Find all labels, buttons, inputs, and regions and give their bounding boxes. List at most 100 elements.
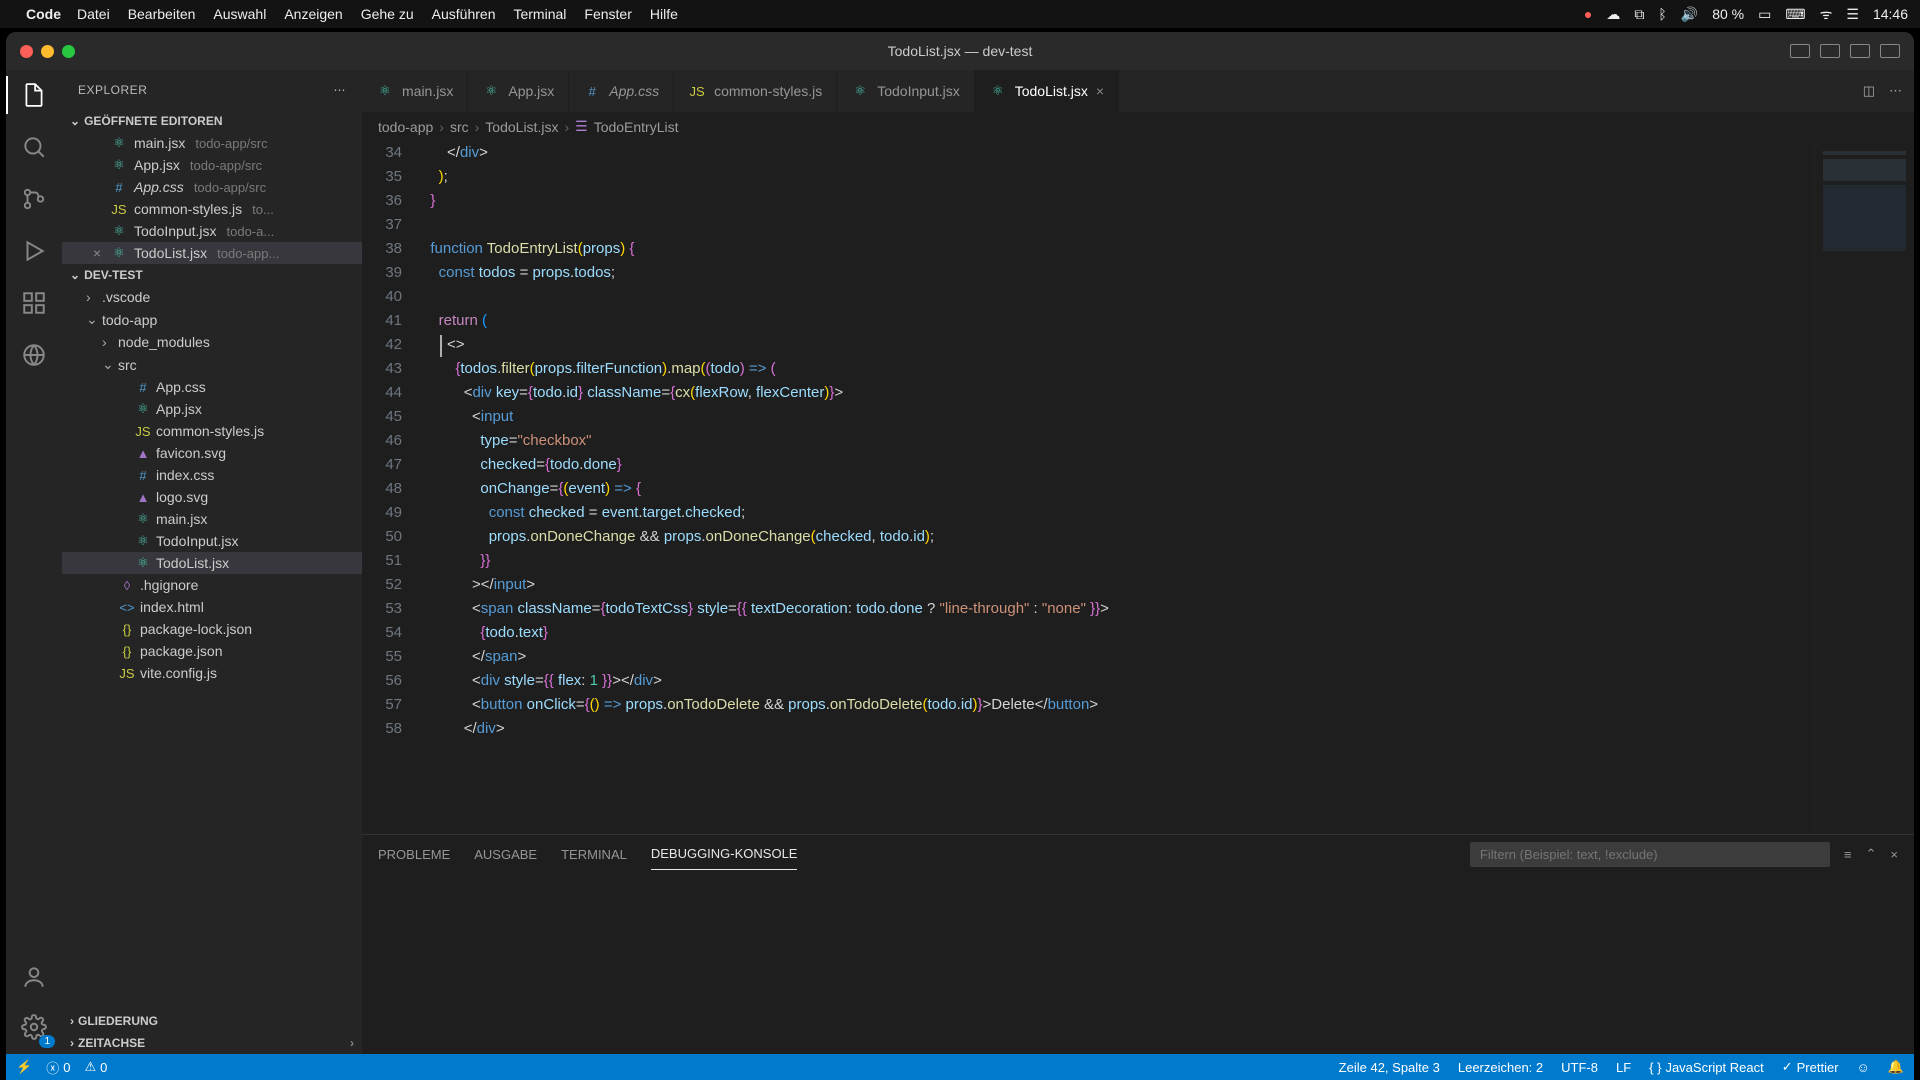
errors-indicator[interactable]: ⓧ 0 (46, 1058, 70, 1077)
wifi-icon[interactable]: ᯤ (1820, 5, 1833, 24)
macos-menuitem[interactable]: Ausführen (432, 6, 496, 22)
indentation[interactable]: Leerzeichen: 2 (1458, 1060, 1543, 1075)
tree-item[interactable]: ›node_modules (62, 331, 362, 353)
toggle-panel-icon[interactable] (1820, 44, 1840, 58)
tree-item[interactable]: ▲logo.svg (62, 486, 362, 508)
chevron-up-icon[interactable]: ⌃ (1866, 846, 1877, 862)
macos-menuitem[interactable]: Datei (77, 6, 110, 22)
open-editor-item[interactable]: ×JScommon-styles.jsto... (62, 198, 362, 220)
source-control-icon[interactable] (19, 184, 49, 214)
bluetooth-icon[interactable]: ᛒ (1658, 6, 1666, 22)
control-center-icon[interactable]: ☰ (1846, 6, 1859, 23)
split-editor-icon[interactable]: ◫ (1863, 83, 1875, 99)
tree-item[interactable]: ⚛App.jsx (62, 398, 362, 420)
tree-item[interactable]: JScommon-styles.js (62, 420, 362, 442)
macos-appname[interactable]: Code (26, 6, 61, 22)
tree-item[interactable]: ⚛TodoInput.jsx (62, 530, 362, 552)
editor-tab[interactable]: ⚛TodoList.jsx× (975, 70, 1119, 112)
outline-header[interactable]: › GLIEDERUNG (62, 1010, 362, 1032)
volume-icon[interactable]: 🔊 (1681, 6, 1698, 23)
warnings-indicator[interactable]: ⚠ 0 (84, 1059, 107, 1075)
macos-menuitem[interactable]: Bearbeiten (128, 6, 196, 22)
editor-tab[interactable]: #App.css (569, 70, 674, 112)
close-icon[interactable]: × (90, 245, 104, 261)
filter-input[interactable] (1470, 842, 1830, 867)
timeline-header[interactable]: › ZEITACHSE › (62, 1032, 362, 1054)
tree-item[interactable]: JSvite.config.js (62, 662, 362, 684)
macos-menuitem[interactable]: Fenster (584, 6, 631, 22)
macos-menuitem[interactable]: Terminal (513, 6, 566, 22)
encoding[interactable]: UTF-8 (1561, 1060, 1598, 1075)
code-content[interactable]: </div> ); } function TodoEntryList(props… (422, 141, 1814, 834)
close-panel-icon[interactable]: × (1890, 847, 1898, 862)
prettier-status[interactable]: ✓ Prettier (1782, 1059, 1839, 1075)
debug-console-content[interactable] (362, 873, 1914, 1054)
language-mode[interactable]: { } JavaScript React (1649, 1060, 1764, 1075)
extensions-icon[interactable] (19, 288, 49, 318)
settings-gear-icon[interactable]: 1 (19, 1012, 49, 1042)
minimap[interactable] (1814, 141, 1914, 834)
feedback-icon[interactable]: ☺ (1857, 1060, 1870, 1075)
panel-tab[interactable]: AUSGABE (474, 839, 537, 870)
tree-item[interactable]: ⌄todo-app (62, 308, 362, 331)
code-editor[interactable]: 3435363738394041424344454647484950515253… (362, 141, 1914, 834)
tree-item[interactable]: ◊.hgignore (62, 574, 362, 596)
close-icon[interactable]: × (1096, 83, 1104, 99)
tree-item[interactable]: ▲favicon.svg (62, 442, 362, 464)
open-editor-item[interactable]: ×⚛main.jsxtodo-app/src (62, 132, 362, 154)
keyboard-icon[interactable]: ⌨ (1785, 6, 1805, 23)
panel-tab[interactable]: TERMINAL (561, 839, 627, 870)
minimize-window-button[interactable] (41, 45, 54, 58)
macos-menuitem[interactable]: Anzeigen (284, 6, 342, 22)
tree-item[interactable]: #index.css (62, 464, 362, 486)
breadcrumb-segment[interactable]: src (450, 119, 469, 135)
macos-menuitem[interactable]: Auswahl (213, 6, 266, 22)
search-icon[interactable] (19, 132, 49, 162)
toggle-secondary-icon[interactable] (1850, 44, 1870, 58)
more-icon[interactable]: ⋯ (334, 83, 347, 97)
open-editor-item[interactable]: ×⚛App.jsxtodo-app/src (62, 154, 362, 176)
tree-item[interactable]: ›.vscode (62, 286, 362, 308)
tree-item[interactable]: ⚛TodoList.jsx (62, 552, 362, 574)
breadcrumb[interactable]: todo-app›src›TodoList.jsx›☰TodoEntryList (362, 112, 1914, 141)
more-icon[interactable]: ⋯ (1889, 83, 1902, 99)
cursor-position[interactable]: Zeile 42, Spalte 3 (1339, 1060, 1440, 1075)
tree-item[interactable]: <>index.html (62, 596, 362, 618)
project-header[interactable]: ⌄ DEV-TEST (62, 264, 362, 286)
toggle-sidebar-icon[interactable] (1790, 44, 1810, 58)
editor-tab[interactable]: ⚛App.jsx (468, 70, 569, 112)
open-editor-item[interactable]: ×⚛TodoInput.jsxtodo-a... (62, 220, 362, 242)
editor-tab[interactable]: JScommon-styles.js (674, 70, 837, 112)
tree-item[interactable]: {}package-lock.json (62, 618, 362, 640)
remote-indicator[interactable]: ⚡ (16, 1059, 32, 1075)
explorer-icon[interactable] (19, 80, 49, 110)
macos-menuitem[interactable]: Hilfe (650, 6, 678, 22)
battery-icon[interactable]: ▭ (1758, 6, 1771, 23)
open-editor-item[interactable]: ×⚛TodoList.jsxtodo-app... (62, 242, 362, 264)
macos-menuitem[interactable]: Gehe zu (361, 6, 414, 22)
panel-tab[interactable]: PROBLEME (378, 839, 450, 870)
breadcrumb-segment[interactable]: TodoList.jsx (485, 119, 558, 135)
tree-item[interactable]: ⚛main.jsx (62, 508, 362, 530)
editor-tab[interactable]: ⚛TodoInput.jsx (837, 70, 975, 112)
remote-icon[interactable] (19, 340, 49, 370)
display-icon[interactable]: ⧉ (1634, 6, 1644, 23)
filter-settings-icon[interactable]: ≡ (1844, 847, 1852, 862)
panel-tab[interactable]: DEBUGGING-KONSOLE (651, 838, 798, 870)
eol[interactable]: LF (1616, 1060, 1631, 1075)
close-window-button[interactable] (20, 45, 33, 58)
breadcrumb-segment[interactable]: TodoEntryList (594, 119, 679, 135)
accounts-icon[interactable] (19, 962, 49, 992)
tree-item[interactable]: ⌄src (62, 353, 362, 376)
editor-tab[interactable]: ⚛main.jsx (362, 70, 468, 112)
record-icon[interactable]: ● (1584, 6, 1592, 22)
breadcrumb-segment[interactable]: todo-app (378, 119, 433, 135)
open-editors-header[interactable]: ⌄ GEÖFFNETE EDITOREN (62, 110, 362, 132)
cloud-icon[interactable]: ☁ (1606, 6, 1620, 23)
notifications-icon[interactable]: 🔔 (1888, 1059, 1904, 1075)
tree-item[interactable]: {}package.json (62, 640, 362, 662)
run-debug-icon[interactable] (19, 236, 49, 266)
open-editor-item[interactable]: ×#App.csstodo-app/src (62, 176, 362, 198)
customize-layout-icon[interactable] (1880, 44, 1900, 58)
tree-item[interactable]: #App.css (62, 376, 362, 398)
